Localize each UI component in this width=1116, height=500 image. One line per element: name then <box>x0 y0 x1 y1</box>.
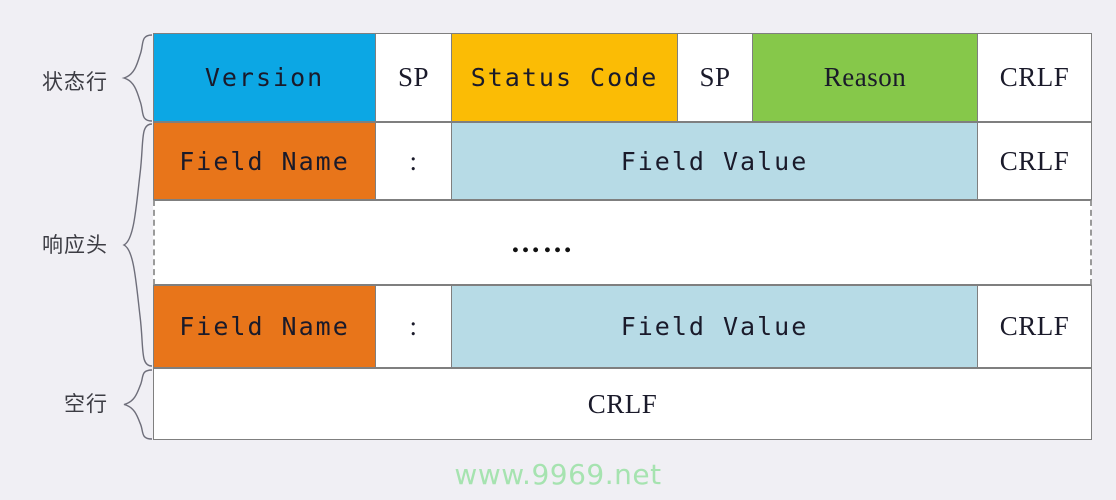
cell-ellipsis: …… <box>155 201 1090 284</box>
cell-crlf-blank-line: CRLF <box>154 369 1091 439</box>
brace-blank-line <box>123 369 153 440</box>
brace-response-headers <box>122 123 153 367</box>
table-row-header-first: Field Name : Field Value CRLF <box>153 122 1092 200</box>
cell-crlf-header-first: CRLF <box>978 123 1091 199</box>
cell-field-name-first: Field Name <box>154 123 376 199</box>
cell-colon-last: : <box>376 286 452 367</box>
cell-status-code: Status Code <box>452 34 678 121</box>
table-row-status-line: Version SP Status Code SP Reason CRLF <box>153 33 1092 122</box>
cell-sp-1: SP <box>376 34 452 121</box>
section-label-blank-line: 空行 <box>64 392 108 416</box>
section-label-status-line: 状态行 <box>42 70 108 94</box>
cell-crlf-header-last: CRLF <box>978 286 1091 367</box>
cell-field-name-last: Field Name <box>154 286 376 367</box>
table-row-blank-line: CRLF <box>153 368 1092 440</box>
table-row-ellipsis: …… <box>153 200 1092 285</box>
http-response-structure-diagram: 状态行 响应头 空行 Version SP Status Code SP Rea… <box>0 0 1116 500</box>
table-row-header-last: Field Name : Field Value CRLF <box>153 285 1092 368</box>
cell-sp-2: SP <box>678 34 753 121</box>
cell-crlf-status-line: CRLF <box>978 34 1091 121</box>
cell-field-value-last: Field Value <box>452 286 978 367</box>
cell-colon-first: : <box>376 123 452 199</box>
cell-version: Version <box>154 34 376 121</box>
watermark: www.9969.net <box>454 458 662 491</box>
cell-field-value-first: Field Value <box>452 123 978 199</box>
section-label-response-headers: 响应头 <box>42 233 108 257</box>
cell-reason: Reason <box>753 34 978 121</box>
brace-status-line <box>121 34 153 122</box>
